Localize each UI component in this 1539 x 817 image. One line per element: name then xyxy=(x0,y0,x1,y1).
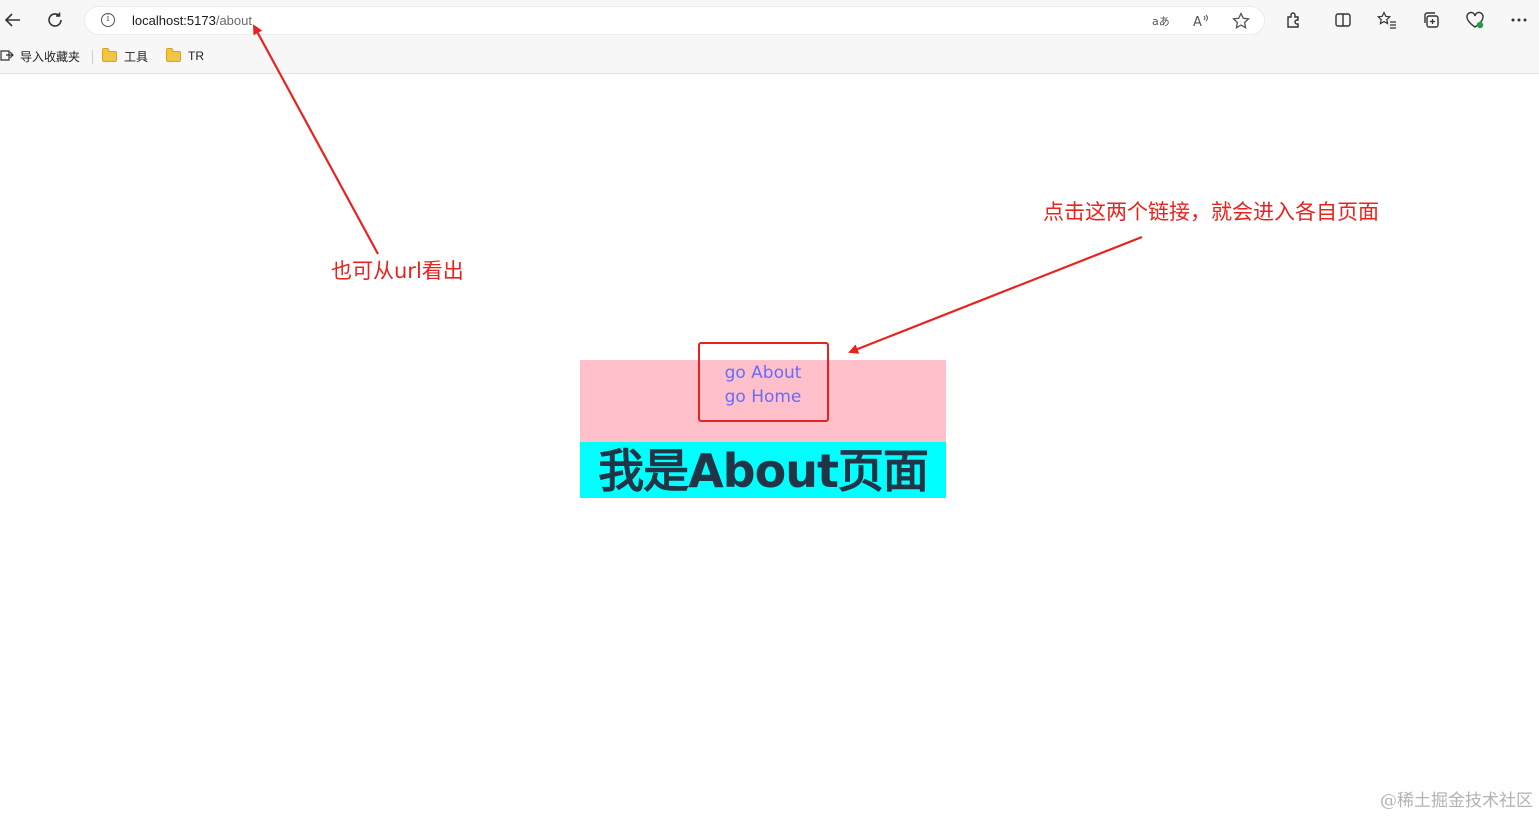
bookmark-folder-tr[interactable]: TR xyxy=(166,47,204,65)
collections-icon[interactable] xyxy=(1418,7,1444,33)
folder-icon xyxy=(166,47,181,62)
site-info-icon[interactable]: i xyxy=(101,13,115,27)
watermark-text: @稀土掘金技术社区 xyxy=(1380,791,1533,811)
links-highlight-box xyxy=(698,342,829,422)
url-text[interactable]: localhost:5173/about xyxy=(132,13,252,28)
split-screen-icon[interactable] xyxy=(1330,7,1356,33)
more-options-icon[interactable] xyxy=(1506,7,1532,33)
favorite-star-icon[interactable] xyxy=(1231,11,1251,31)
browser-essentials-icon[interactable] xyxy=(1462,7,1488,33)
favorites-list-icon[interactable] xyxy=(1374,7,1400,33)
read-aloud-icon[interactable]: A xyxy=(1191,11,1211,31)
svg-text:A: A xyxy=(1193,15,1202,29)
bookmark-import-favorites[interactable]: 导入收藏夹 xyxy=(0,47,80,65)
folder-icon xyxy=(102,47,117,62)
bookmark-label: TR xyxy=(188,49,204,63)
bookmarks-bar: 导入收藏夹 工具 TR xyxy=(0,40,1539,74)
refresh-icon[interactable] xyxy=(42,7,68,33)
extensions-icon[interactable] xyxy=(1281,7,1307,33)
page-title: 我是About页面 xyxy=(580,442,946,498)
bookmark-label: 工具 xyxy=(124,49,149,64)
links-note-arrow xyxy=(848,235,1143,354)
url-path: /about xyxy=(215,13,252,28)
bookmark-folder-tools[interactable]: 工具 xyxy=(102,47,148,65)
url-note-annotation: 也可从url看出 xyxy=(331,259,464,283)
links-note-annotation: 点击这两个链接，就会进入各自页面 xyxy=(1043,200,1379,224)
translate-icon[interactable]: aあ xyxy=(1151,11,1171,31)
svg-text:aあ: aあ xyxy=(1152,15,1170,28)
bookmark-label: 导入收藏夹 xyxy=(20,49,81,64)
back-arrow-icon[interactable] xyxy=(0,7,26,33)
address-bar[interactable]: i localhost:5173/about aあ A xyxy=(84,6,1265,35)
import-favorites-icon xyxy=(0,48,14,65)
browser-toolbar: i localhost:5173/about aあ A xyxy=(0,0,1539,40)
bookmark-separator xyxy=(92,50,93,64)
url-host: localhost:5173 xyxy=(132,13,216,28)
